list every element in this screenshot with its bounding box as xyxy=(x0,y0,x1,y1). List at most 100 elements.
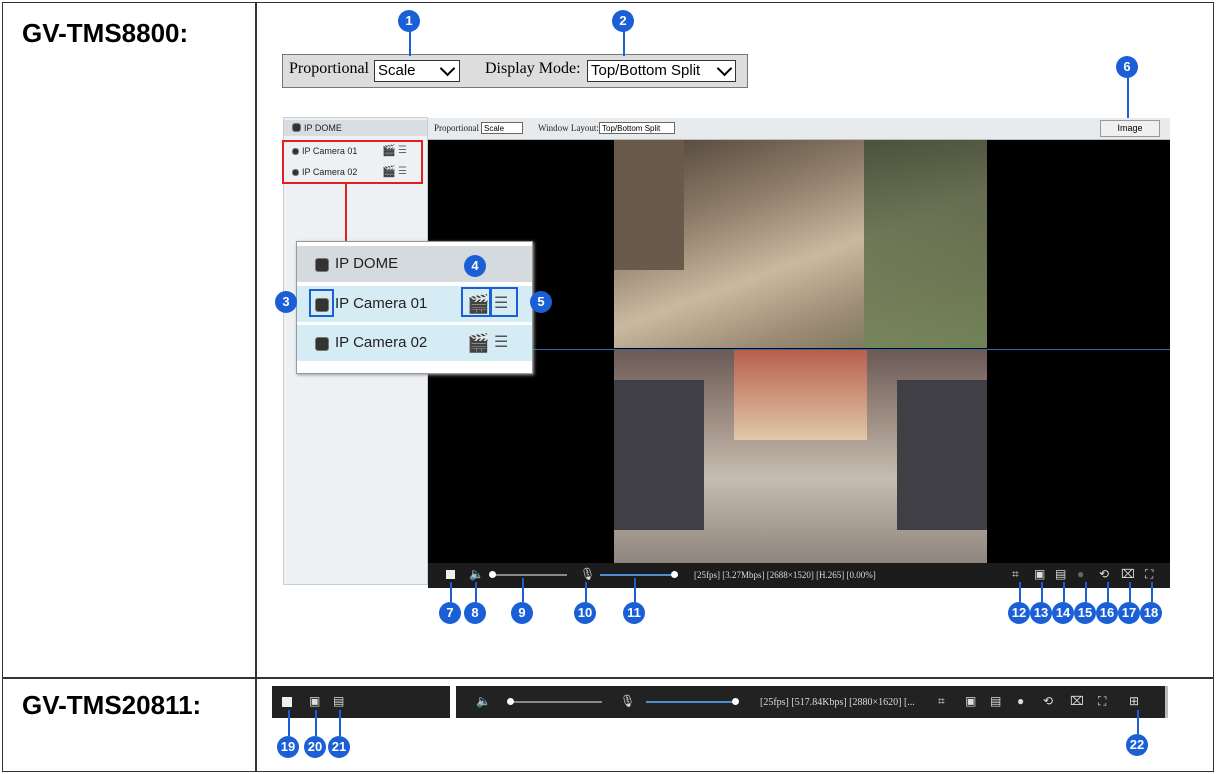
volume-slider[interactable] xyxy=(510,701,602,703)
callout-15: 15 xyxy=(1074,602,1096,624)
stop-live-icon[interactable] xyxy=(446,570,455,579)
table-divider-vertical xyxy=(255,2,257,772)
zoom-camera-row-2[interactable]: IP Camera 02 🎬 ☰ xyxy=(297,325,532,361)
speaker-icon[interactable]: 🔈 xyxy=(476,694,491,708)
window-layout-label: Window Layout: xyxy=(538,123,599,133)
proportional-label: Proportional xyxy=(289,60,369,77)
callout-leader xyxy=(288,710,290,736)
mic-volume-knob[interactable] xyxy=(671,571,678,578)
callout-leader xyxy=(1085,582,1087,602)
model-label-top: GV-TMS8800: xyxy=(22,18,189,48)
record-icon[interactable]: ▤ xyxy=(333,694,344,708)
stop-live-icon[interactable] xyxy=(282,697,292,707)
callout-17: 17 xyxy=(1118,602,1140,624)
tree-root-row[interactable]: IP DOME xyxy=(284,120,427,136)
callout-12: 12 xyxy=(1008,602,1030,624)
fullscreen-icon[interactable]: ⛶ xyxy=(1145,567,1153,582)
callout-21: 21 xyxy=(328,736,350,758)
playback-timer-icon[interactable]: ☰ xyxy=(494,325,508,361)
callout-9: 9 xyxy=(511,602,533,624)
image-button[interactable]: Image xyxy=(1100,120,1160,137)
callout-11: 11 xyxy=(623,602,645,624)
callout-leader xyxy=(1127,74,1129,120)
ptz-icon[interactable]: ⌧ xyxy=(1070,694,1084,708)
talk-icon[interactable]: ● xyxy=(1017,694,1024,708)
snapshot-icon[interactable]: ▣ xyxy=(965,694,976,708)
record-clapper-icon[interactable]: 🎬 xyxy=(382,142,396,160)
volume-slider[interactable] xyxy=(491,574,567,576)
feed-building xyxy=(614,140,684,270)
zoom-connector xyxy=(345,184,347,242)
callout-leader xyxy=(1107,582,1109,602)
video-feed-top[interactable] xyxy=(614,140,987,348)
ptz-icon[interactable]: ⌧ xyxy=(1121,567,1135,581)
speaker-icon[interactable]: 🔈 xyxy=(469,567,484,581)
callout-16: 16 xyxy=(1096,602,1118,624)
window-layout-select[interactable]: Top/Bottom Split xyxy=(599,122,675,134)
record-clapper-icon[interactable]: 🎬 xyxy=(382,163,396,181)
microphone-icon[interactable]: 🎙 xyxy=(580,567,595,581)
snapshot-icon[interactable]: ▣ xyxy=(1034,567,1045,581)
digital-zoom-icon[interactable]: ⟲ xyxy=(1099,567,1109,581)
volume-knob[interactable] xyxy=(507,698,514,705)
camera-row-2[interactable]: IP Camera 02 🎬 ☰ xyxy=(290,163,418,181)
left-toolbar xyxy=(272,686,450,718)
model-label-bottom: GV-TMS20811: xyxy=(22,690,202,720)
highlight-playback-icon xyxy=(490,287,518,317)
zoom-root-label: IP DOME xyxy=(335,255,399,272)
fullscreen-icon[interactable]: ⛶ xyxy=(1098,694,1106,709)
window-layout-icon[interactable]: ⊞ xyxy=(1129,694,1139,708)
camera-icon xyxy=(315,337,329,351)
playback-timer-icon[interactable]: ☰ xyxy=(398,142,407,160)
tree-root-label: IP DOME xyxy=(304,123,342,133)
callout-8: 8 xyxy=(464,602,486,624)
feed-wall-left xyxy=(614,380,704,530)
callout-leader xyxy=(623,28,625,56)
callout-leader xyxy=(585,582,587,602)
callout-leader xyxy=(634,578,636,602)
callout-leader xyxy=(475,582,477,602)
video-feed-bottom[interactable] xyxy=(614,350,987,563)
view-proportional-label: Proportional xyxy=(434,123,479,133)
record-icon[interactable]: ▤ xyxy=(1055,567,1066,581)
camera-row-label: IP Camera 01 xyxy=(302,146,358,156)
callout-22: 22 xyxy=(1126,734,1148,756)
mic-volume-slider[interactable] xyxy=(600,574,678,576)
callout-leader xyxy=(1019,582,1021,602)
callout-14: 14 xyxy=(1052,602,1074,624)
snapshot-icon[interactable]: ▣ xyxy=(309,694,320,708)
mic-volume-slider[interactable] xyxy=(646,701,738,703)
callout-13: 13 xyxy=(1030,602,1052,624)
feed-atrium xyxy=(734,350,867,440)
stream-status: [25fps] [517.84Kbps] [2880×1620] [... xyxy=(760,697,915,708)
camera-icon xyxy=(292,169,299,176)
camera-row-1[interactable]: IP Camera 01 🎬 ☰ xyxy=(290,142,418,160)
callout-leader xyxy=(1041,582,1043,602)
callout-18: 18 xyxy=(1140,602,1162,624)
camera-icon xyxy=(292,123,301,132)
view-proportional-select[interactable]: Scale xyxy=(481,122,523,134)
talk-icon[interactable]: ● xyxy=(1077,567,1084,581)
callout-leader xyxy=(339,710,341,736)
display-mode-select[interactable]: Top/Bottom Split xyxy=(587,60,736,82)
view-proportional-value: Scale xyxy=(484,124,505,133)
proportional-select-value: Scale xyxy=(378,62,416,79)
playback-timer-icon[interactable]: ☰ xyxy=(398,163,407,181)
zoom-camera-label: IP Camera 01 xyxy=(335,295,428,312)
crop-icon[interactable]: ⌗ xyxy=(938,694,945,709)
highlight-record-icon xyxy=(461,287,491,317)
callout-6: 6 xyxy=(1116,56,1138,78)
microphone-icon[interactable]: 🎙 xyxy=(620,694,635,708)
callout-7: 7 xyxy=(439,602,461,624)
mic-volume-knob[interactable] xyxy=(732,698,739,705)
callout-leader xyxy=(1137,710,1139,734)
record-clapper-icon[interactable]: 🎬 xyxy=(467,325,489,361)
callout-2: 2 xyxy=(612,10,634,32)
digital-zoom-icon[interactable]: ⟲ xyxy=(1043,694,1053,708)
record-icon[interactable]: ▤ xyxy=(990,694,1001,708)
stream-status: [25fps] [3.27Mbps] [2688×1520] [H.265] [… xyxy=(694,570,876,580)
zoom-root-row[interactable]: IP DOME xyxy=(297,246,532,282)
callout-leader xyxy=(522,578,524,602)
crop-icon[interactable]: ⌗ xyxy=(1012,567,1019,582)
volume-knob[interactable] xyxy=(489,571,496,578)
